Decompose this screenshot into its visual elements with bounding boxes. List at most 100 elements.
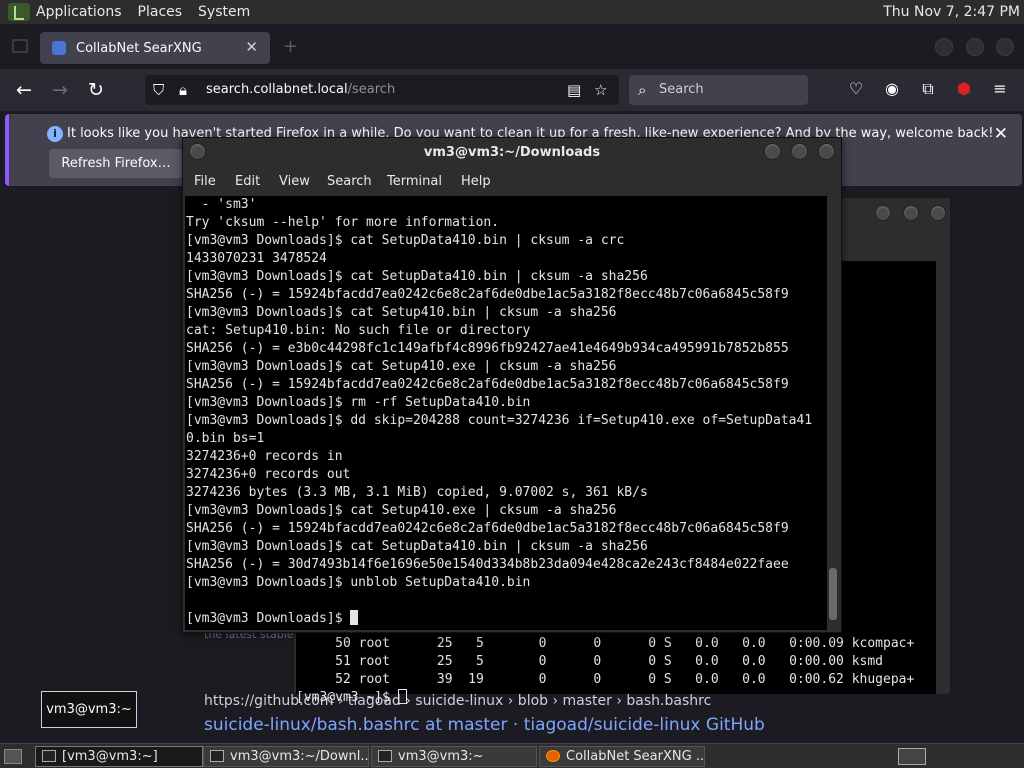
url-bar[interactable]: ⛉ 🔒︎ search.collabnet.local/search ▤ ☆ (145, 75, 619, 105)
tab-close-icon[interactable]: ✕ (245, 38, 258, 56)
terminal-back-line: 51 root 25 5 0 0 0 S 0.0 0.0 0:00.00 ksm… (296, 654, 883, 669)
firefox-nav-bar: ← → ↻ ⛉ 🔒︎ search.collabnet.local/search… (0, 69, 1024, 111)
applications-menu[interactable]: Applications (36, 4, 122, 20)
terminal-line: 0.bin bs=1 (186, 431, 265, 446)
task-terminal-downloads[interactable]: vm3@vm3:~/Downl... (203, 746, 369, 767)
terminal-line: SHA256 (-) = 15924bfacdd7ea0242c6e8c2af6… (186, 521, 789, 536)
new-tab-icon[interactable]: + (283, 36, 298, 57)
terminal-icon (210, 750, 224, 762)
task-terminal-home[interactable]: vm3@vm3:~ (371, 746, 537, 767)
terminal-line: [vm3@vm3 Downloads]$ cat SetupData410.bi… (186, 233, 625, 248)
firefox-icon (546, 750, 560, 762)
forward-icon[interactable]: → (48, 78, 72, 102)
search-box[interactable]: ⌕ Search (629, 75, 808, 105)
result-title-link[interactable]: suicide-linux/bash.bashrc at master · ti… (204, 715, 765, 735)
task-label: vm3@vm3:~ (398, 749, 484, 764)
clock[interactable]: Thu Nov 7, 2:47 PM (883, 4, 1020, 20)
task-firefox[interactable]: CollabNet SearXNG ... (539, 746, 705, 767)
tab-searxng[interactable]: CollabNet SearXNG ✕ (40, 32, 270, 64)
terminal-line: Try 'cksum --help' for more information. (186, 215, 500, 230)
searxng-favicon-icon (52, 41, 66, 55)
terminal-line: 3274236+0 records out (186, 467, 351, 482)
notification-close-icon[interactable]: ✕ (994, 124, 1008, 144)
terminal-scrollbar[interactable] (827, 196, 839, 630)
refresh-firefox-button[interactable]: Refresh Firefox… (49, 149, 183, 178)
account-icon[interactable]: ◉ (881, 78, 903, 100)
search-placeholder: Search (659, 82, 704, 97)
terminal-line: [vm3@vm3 Downloads]$ unblob SetupData410… (186, 575, 531, 590)
workspace-switcher[interactable] (898, 748, 926, 765)
ublock-icon[interactable]: ⬢ (953, 78, 975, 100)
hamburger-menu-icon[interactable]: ≡ (989, 78, 1011, 100)
info-icon: i (47, 126, 63, 142)
minimize-window-icon[interactable] (935, 38, 953, 56)
terminal-line: 3274236 bytes (3.3 MB, 3.1 MiB) copied, … (186, 485, 648, 500)
terminal-line: SHA256 (-) = 15924bfacdd7ea0242c6e8c2af6… (186, 287, 789, 302)
lock-icon[interactable]: 🔒︎ (179, 81, 187, 99)
terminal-back-line: [vm3@vm3 ~]$ (296, 689, 407, 707)
distro-logo-icon[interactable] (8, 3, 30, 21)
scrollbar-thumb[interactable] (829, 568, 837, 620)
extensions-icon[interactable]: ⧉ (917, 78, 939, 100)
terminal-back-line: 52 root 39 19 0 0 0 S 0.0 0.0 0:00.62 kh… (296, 672, 915, 687)
terminal-line: [vm3@vm3 Downloads]$ cat Setup410.exe | … (186, 359, 617, 374)
terminal-line: [vm3@vm3 Downloads]$ rm -rf SetupData410… (186, 395, 531, 410)
text-cursor (397, 689, 407, 704)
terminal-back-scrollbar[interactable] (936, 261, 948, 694)
url-text[interactable]: search.collabnet.local/search (206, 82, 395, 97)
bottom-taskbar: [vm3@vm3:~] vm3@vm3:~/Downl... vm3@vm3:~… (0, 743, 1024, 768)
terminal-line: [vm3@vm3 Downloads]$ cat SetupData410.bi… (186, 269, 648, 284)
reload-icon[interactable]: ↻ (84, 78, 108, 102)
terminal-output[interactable]: - 'sm3' Try 'cksum --help' for more infor… (185, 196, 827, 630)
result-url[interactable]: https://github.com › tiagoad › suicide-l… (204, 693, 711, 709)
terminal-line: SHA256 (-) = 30d7493b14f6e1696e50e1540d3… (186, 557, 789, 572)
terminal-line: 1433070231 3478524 (186, 251, 327, 266)
reader-view-icon[interactable]: ▤ (567, 81, 581, 99)
places-menu[interactable]: Places (138, 4, 183, 20)
menu-terminal[interactable]: Terminal (387, 174, 442, 189)
terminal-line: cat: Setup410.bin: No such file or direc… (186, 323, 531, 338)
maximize-window-icon[interactable] (966, 38, 984, 56)
terminal-line: [vm3@vm3 Downloads]$ cat Setup410.bin | … (186, 305, 617, 320)
menu-view[interactable]: View (279, 174, 310, 189)
task-terminal-home-active[interactable]: [vm3@vm3:~] (35, 746, 203, 767)
maximize-window-icon[interactable] (791, 143, 808, 160)
terminal-line: SHA256 (-) = e3b0c44298fc1c149afbf4c8996… (186, 341, 789, 356)
sidebar-toggle-icon[interactable] (12, 39, 28, 53)
terminal-menu-bar: File Edit View Search Terminal Help (183, 171, 841, 195)
terminal-window-downloads[interactable]: vm3@vm3:~/Downloads File Edit View Searc… (182, 137, 842, 633)
task-label: CollabNet SearXNG ... (566, 749, 705, 764)
terminal-line: [vm3@vm3 Downloads]$ (186, 610, 359, 628)
terminal-line: 3274236+0 records in (186, 449, 343, 464)
system-menu[interactable]: System (198, 4, 250, 20)
bookmark-star-icon[interactable]: ☆ (594, 81, 607, 99)
close-window-icon[interactable] (996, 38, 1014, 56)
terminal-line: SHA256 (-) = 15924bfacdd7ea0242c6e8c2af6… (186, 377, 789, 392)
pocket-icon[interactable]: ♡ (845, 78, 867, 100)
tab-title: CollabNet SearXNG (76, 40, 202, 56)
firefox-tab-bar: CollabNet SearXNG ✕ + (0, 25, 1024, 69)
shield-icon[interactable]: ⛉ (153, 81, 164, 99)
close-window-icon[interactable] (930, 205, 946, 221)
terminal-line: - 'sm3' (186, 197, 257, 212)
menu-file[interactable]: File (194, 174, 216, 189)
minimize-window-icon[interactable] (875, 205, 891, 221)
system-top-panel: Applications Places System Thu Nov 7, 2:… (0, 0, 1024, 25)
back-icon[interactable]: ← (12, 78, 36, 102)
terminal-icon (42, 750, 56, 762)
menu-search[interactable]: Search (327, 174, 372, 189)
task-label: vm3@vm3:~/Downl... (230, 749, 369, 764)
maximize-window-icon[interactable] (903, 205, 919, 221)
terminal-line: [vm3@vm3 Downloads]$ dd skip=204288 coun… (186, 413, 813, 428)
minimize-window-icon[interactable] (764, 143, 781, 160)
search-icon: ⌕ (638, 81, 647, 99)
terminal-back-line: 50 root 25 5 0 0 0 S 0.0 0.0 0:00.09 kco… (296, 636, 915, 651)
task-label: [vm3@vm3:~] (62, 749, 158, 764)
menu-edit[interactable]: Edit (235, 174, 260, 189)
text-cursor (350, 610, 359, 625)
show-desktop-icon[interactable] (4, 749, 22, 764)
menu-help[interactable]: Help (461, 174, 491, 189)
close-window-icon[interactable] (818, 143, 835, 160)
taskbar-tooltip: vm3@vm3:~ (41, 691, 137, 728)
terminal-title-bar[interactable]: vm3@vm3:~/Downloads (183, 138, 841, 168)
